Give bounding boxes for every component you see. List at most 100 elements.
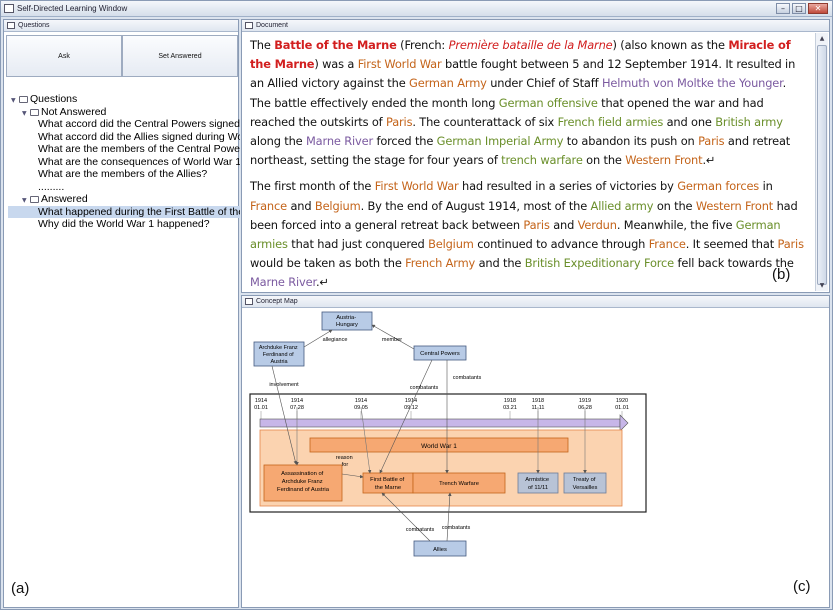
ask-button[interactable]: Ask <box>6 35 122 77</box>
document-link-term[interactable]: French field armies <box>558 115 664 129</box>
question-item-selected[interactable]: What happened during the First Battle of… <box>8 205 240 218</box>
document-link-term[interactable]: Marne River <box>250 275 316 289</box>
document-text-run: and <box>549 217 578 232</box>
document-text-run: forced the <box>373 134 437 149</box>
document-text[interactable]: The Battle of the Marne (French: Premièr… <box>250 36 808 300</box>
document-link-term[interactable]: German forces <box>677 179 759 193</box>
document-link-term[interactable]: British army <box>715 115 783 129</box>
document-text-run: (French: <box>396 38 449 52</box>
question-item[interactable]: What accord did the Allies signed during… <box>8 131 240 144</box>
scroll-up-icon[interactable]: ▲ <box>816 33 828 44</box>
panel-label-a: (a) <box>11 580 30 597</box>
document-link-term[interactable]: Belgium <box>428 237 474 251</box>
document-link-term[interactable]: France <box>649 237 686 251</box>
document-text-run: . The counterattack of six <box>412 114 558 129</box>
scroll-down-icon[interactable]: ▼ <box>816 280 828 291</box>
document-link-term[interactable]: First World War <box>358 57 442 71</box>
question-ellipsis: ......... <box>38 180 65 193</box>
node-assassination-label: Assassination of Archduke Franz Ferdinan… <box>277 471 330 493</box>
tree-node-label: Not Answered <box>41 105 107 118</box>
document-text-run: The first month of the <box>250 179 375 194</box>
document-link-term[interactable]: Paris <box>698 134 725 148</box>
question-item[interactable]: What are the members of the Central Powe… <box>8 143 240 156</box>
document-link-term[interactable]: British Expeditionary Force <box>525 256 674 270</box>
document-text-run: .↵ <box>702 153 716 168</box>
document-scrollbar[interactable]: ▲ ▼ <box>815 33 828 291</box>
question-item[interactable]: What are the members of the Allies? <box>8 168 240 181</box>
tree-root[interactable]: ▼ Questions <box>8 93 240 106</box>
document-link-term[interactable]: trench warfare <box>501 153 583 167</box>
maximize-button[interactable]: □ <box>792 3 806 14</box>
concept-map-panel-header: Concept Map <box>242 296 829 308</box>
document-link-term[interactable]: Western Front <box>696 199 773 213</box>
tree-root-label: Questions <box>30 93 78 105</box>
document-text-run: ) (also known as the <box>612 38 729 52</box>
document-link-term[interactable]: Paris <box>386 115 413 129</box>
scroll-thumb[interactable] <box>817 45 827 285</box>
document-text-run: had resulted in a series of victories by <box>458 179 678 194</box>
panel-label-c: (c) <box>793 578 811 595</box>
tree-node-not-answered[interactable]: ▼ Not Answered <box>8 106 240 119</box>
concept-map-panel-title: Concept Map <box>256 298 298 305</box>
app-window: Self-Directed Learning Window – □ ✕ Ques… <box>0 0 833 610</box>
timeline-year-label: 1914 <box>405 398 417 404</box>
document-text-run: that had just conquered <box>287 237 429 252</box>
timeline-year-label: 1919 <box>579 398 591 404</box>
panel-label-b: (b) <box>772 266 791 283</box>
document-link-term[interactable]: First World War <box>375 179 459 193</box>
questions-tree: ▼ Questions ▼ Not Answered What accord did… <box>8 93 240 231</box>
document-link-term[interactable]: Paris <box>523 218 550 232</box>
edge-combatants-label-2: combatants <box>453 375 482 381</box>
node-central-label: Central Powers <box>420 351 460 357</box>
panel-icon <box>245 298 253 305</box>
document-link-term[interactable]: French Army <box>405 256 475 270</box>
question-item[interactable]: What are the consequences of World War 1… <box>8 156 240 169</box>
document-link-term[interactable]: Première bataille de la Marne <box>449 38 613 52</box>
timeline-year-label: 1914 <box>291 398 303 404</box>
window-title: Self-Directed Learning Window <box>17 4 128 13</box>
concept-map-panel: Concept Map 191401.01191407.28191409.051… <box>241 295 830 608</box>
document-panel-title: Document <box>256 22 288 29</box>
folder-icon <box>30 108 39 116</box>
minimize-button[interactable]: – <box>776 3 790 14</box>
timeline-date-label: 03.21 <box>503 405 517 411</box>
timeline-year-label: 1914 <box>355 398 367 404</box>
questions-panel-title: Questions <box>18 22 50 29</box>
edge-combatants-label-3: combatants <box>406 527 435 533</box>
document-text-run: and the <box>475 256 525 271</box>
document-link-term[interactable]: German Army <box>409 76 487 90</box>
document-text-run: on the <box>582 153 626 168</box>
node-austria-label: Austria- Hungary <box>336 315 358 328</box>
document-panel-header: Document <box>242 20 829 32</box>
document-text-run: in <box>759 179 773 194</box>
document-link-term[interactable]: Battle of the Marne <box>274 38 397 52</box>
timeline-bar <box>259 418 621 428</box>
document-text-run: The <box>250 38 275 52</box>
question-item[interactable]: What accord did the Central Powers signe… <box>8 118 240 131</box>
document-link-term[interactable]: Belgium <box>315 199 361 213</box>
document-link-term[interactable]: German Imperial Army <box>437 134 564 148</box>
close-button[interactable]: ✕ <box>808 3 828 14</box>
document-text-run: on the <box>653 198 696 213</box>
document-link-term[interactable]: France <box>250 199 287 213</box>
document-link-term[interactable]: Allied army <box>591 199 654 213</box>
question-item[interactable]: Why did the World War 1 happened? <box>8 218 240 231</box>
document-link-term[interactable]: Verdun <box>578 218 617 232</box>
document-link-term[interactable]: German offensive <box>499 96 598 110</box>
document-link-term[interactable]: Western Front <box>625 153 702 167</box>
document-link-term[interactable]: Helmuth von Moltke the Younger <box>602 76 783 90</box>
document-link-term[interactable]: Marne River <box>306 134 373 148</box>
questions-panel: Questions Ask Set Answered ▼ Questions ▼ N… <box>3 19 240 608</box>
document-text-run: . Meanwhile, the five <box>616 217 736 232</box>
node-world-war-1-label: World War 1 <box>421 443 457 450</box>
folder-icon <box>30 196 39 203</box>
title-bar: Self-Directed Learning Window – □ ✕ <box>1 1 832 17</box>
document-link-term[interactable]: Paris <box>777 237 804 251</box>
panel-icon <box>7 22 15 29</box>
concept-map-canvas[interactable]: 191401.01191407.28191409.05191409.121918… <box>242 309 829 607</box>
paragraph-1: The Battle of the Marne (French: Premièr… <box>250 36 808 170</box>
timeline-year-label: 1918 <box>532 398 544 404</box>
tree-node-answered[interactable]: ▼ Answered <box>8 193 240 206</box>
set-answered-button[interactable]: Set Answered <box>122 35 238 77</box>
document-text-run: would be taken as both the <box>250 256 406 271</box>
